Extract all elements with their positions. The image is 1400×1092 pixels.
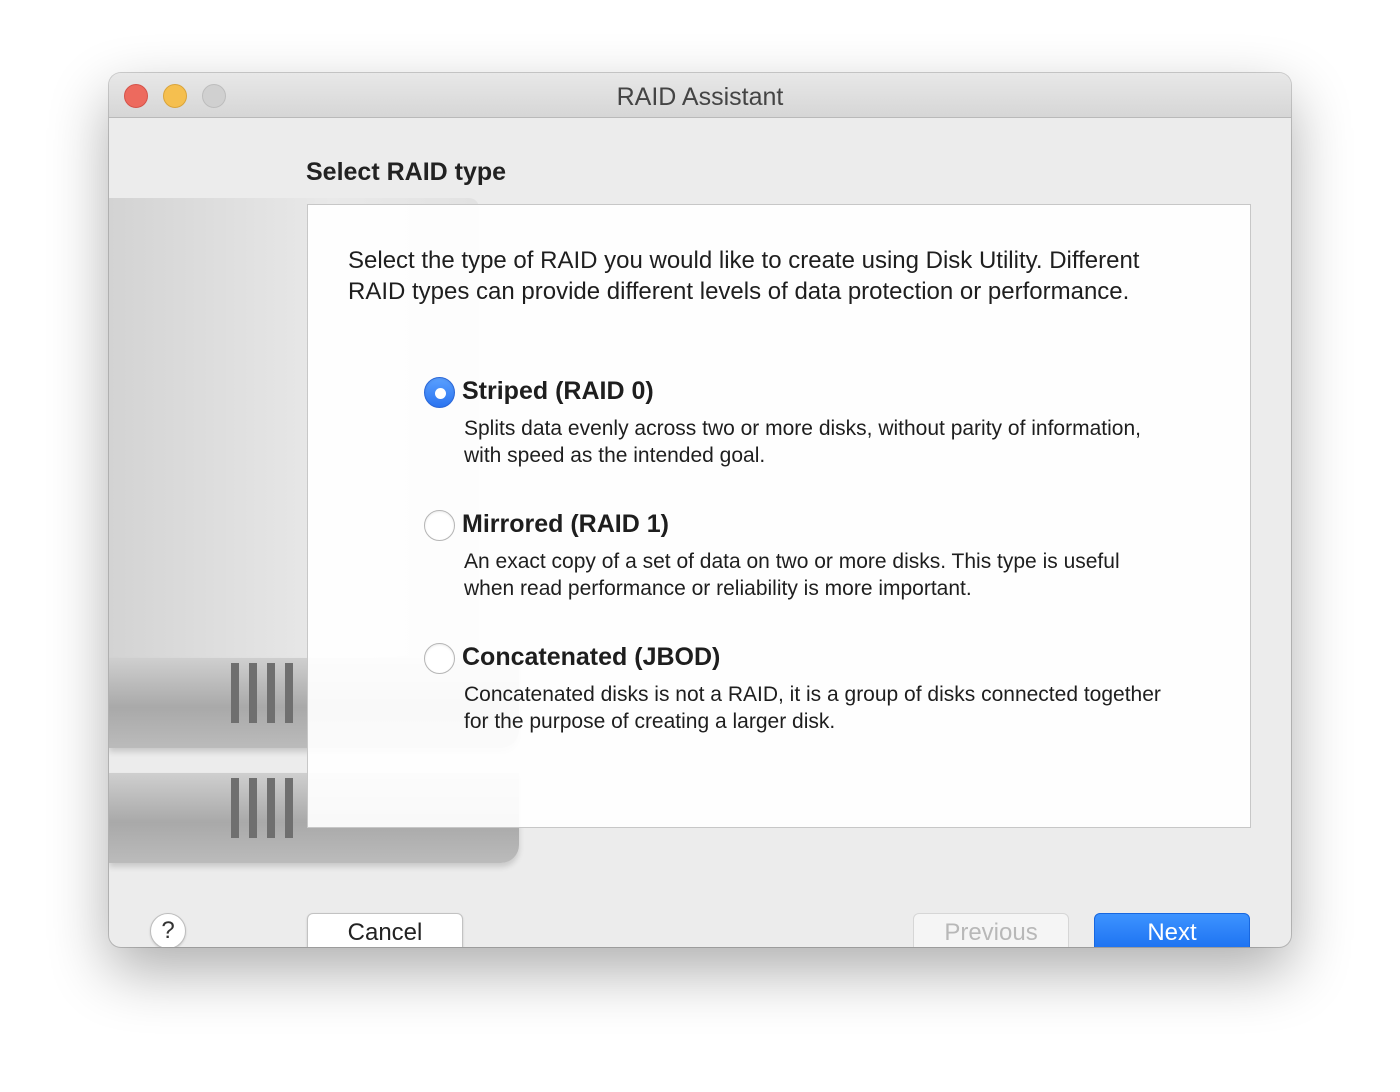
window-title: RAID Assistant: [616, 83, 784, 111]
option-label[interactable]: Striped (RAID 0): [462, 377, 654, 406]
option-description: An exact copy of a set of data on two or…: [464, 550, 1120, 600]
vent-graphic: [285, 663, 293, 723]
vent-graphic: [231, 778, 239, 838]
help-button[interactable]: ?: [150, 913, 186, 947]
content-area: Select RAID type Select the type of RAID…: [109, 118, 1291, 947]
vent-graphic: [285, 778, 293, 838]
vent-graphic: [249, 778, 257, 838]
raid-assistant-window: RAID Assistant Select RAID type Select t…: [109, 73, 1291, 947]
next-button[interactable]: Next: [1094, 913, 1250, 947]
vent-graphic: [249, 663, 257, 723]
title-bar[interactable]: RAID Assistant: [109, 73, 1291, 118]
radio-button[interactable]: [424, 643, 455, 674]
radio-button-selected[interactable]: [424, 377, 455, 408]
radio-button[interactable]: [424, 510, 455, 541]
previous-button: Previous: [913, 913, 1069, 947]
vent-graphic: [231, 663, 239, 723]
radio-dot: [435, 388, 446, 399]
option-label[interactable]: Mirrored (RAID 1): [462, 510, 669, 539]
option-label[interactable]: Concatenated (JBOD): [462, 643, 720, 672]
page-heading: Select RAID type: [306, 158, 507, 186]
intro-text: Select the type of RAID you would like t…: [348, 247, 1140, 305]
option-description: Concatenated disks is not a RAID, it is …: [464, 683, 1161, 733]
vent-graphic: [267, 663, 275, 723]
vent-graphic: [267, 778, 275, 838]
raid-type-panel: Select the type of RAID you would like t…: [307, 204, 1251, 828]
cancel-button[interactable]: Cancel: [307, 913, 463, 947]
option-description: Splits data evenly across two or more di…: [464, 417, 1141, 467]
